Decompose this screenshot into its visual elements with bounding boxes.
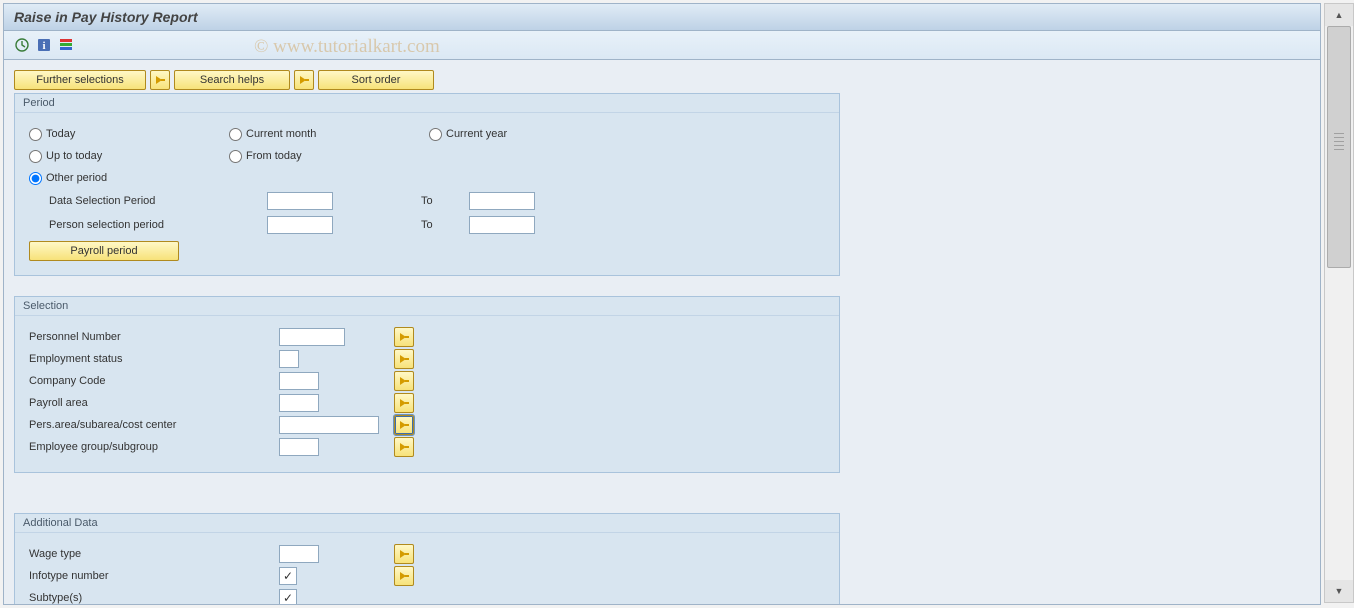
payroll-period-label: Payroll period <box>34 245 174 257</box>
page-title: Raise in Pay History Report <box>14 9 198 25</box>
personnel-number-input[interactable] <box>279 328 345 346</box>
group-additional-data: Additional Data Wage type Infotype numbe… <box>14 513 840 604</box>
top-button-row: Further selections Search helps Sort ord… <box>14 70 1310 90</box>
radio-today[interactable] <box>29 128 42 141</box>
wage-type-label: Wage type <box>29 548 279 560</box>
radio-from-today-label: From today <box>246 150 302 162</box>
radio-today-label: Today <box>46 128 75 140</box>
subtypes-label: Subtype(s) <box>29 592 279 604</box>
info-icon[interactable]: i <box>36 37 52 53</box>
page-body: Further selections Search helps Sort ord… <box>4 60 1320 604</box>
payroll-area-label: Payroll area <box>29 397 279 409</box>
personnel-number-label: Personnel Number <box>29 331 279 343</box>
toolbar: i © www.tutorialkart.com <box>4 31 1320 60</box>
multiple-selection-icon[interactable] <box>394 327 414 347</box>
titlebar: Raise in Pay History Report <box>4 4 1320 31</box>
group-selection-legend: Selection <box>15 297 839 316</box>
payroll-period-button[interactable]: Payroll period <box>29 241 179 261</box>
scrollbar-thumb[interactable] <box>1327 26 1351 268</box>
pers-area-input[interactable] <box>279 416 379 434</box>
company-code-input[interactable] <box>279 372 319 390</box>
arrow-right-icon[interactable] <box>294 70 314 90</box>
multiple-selection-icon[interactable] <box>394 544 414 564</box>
payroll-area-input[interactable] <box>279 394 319 412</box>
multiple-selection-icon[interactable] <box>394 415 414 435</box>
employee-group-input[interactable] <box>279 438 319 456</box>
search-helps-label: Search helps <box>179 74 285 86</box>
watermark: © www.tutorialkart.com <box>254 36 440 58</box>
radio-up-to-today[interactable] <box>29 150 42 163</box>
multiple-selection-icon[interactable] <box>394 566 414 586</box>
radio-current-month-label: Current month <box>246 128 316 140</box>
group-additional-legend: Additional Data <box>15 514 839 533</box>
data-selection-period-label: Data Selection Period <box>49 195 259 207</box>
group-selection: Selection Personnel Number Employment st… <box>14 296 840 473</box>
infotype-number-checkbox[interactable]: ✓ <box>279 567 297 585</box>
scrollbar-grip-icon <box>1334 133 1344 153</box>
further-selections-label: Further selections <box>19 74 141 86</box>
person-selection-period-label: Person selection period <box>49 219 259 231</box>
radio-current-month[interactable] <box>229 128 242 141</box>
company-code-label: Company Code <box>29 375 279 387</box>
scroll-down-icon[interactable]: ▼ <box>1325 580 1353 602</box>
person-selection-to-input[interactable] <box>469 216 535 234</box>
employment-status-input[interactable] <box>279 350 299 368</box>
person-selection-from-input[interactable] <box>267 216 333 234</box>
group-period: Period Today Current month Current year <box>14 93 840 276</box>
multiple-selection-icon[interactable] <box>394 393 414 413</box>
to-label-2: To <box>421 219 461 231</box>
sort-order-label: Sort order <box>323 74 429 86</box>
sort-order-button[interactable]: Sort order <box>318 70 434 90</box>
wage-type-input[interactable] <box>279 545 319 563</box>
data-selection-to-input[interactable] <box>469 192 535 210</box>
app-window: Raise in Pay History Report i © www.tuto… <box>3 3 1321 605</box>
arrow-right-icon[interactable] <box>150 70 170 90</box>
to-label-1: To <box>421 195 461 207</box>
radio-from-today[interactable] <box>229 150 242 163</box>
radio-current-year[interactable] <box>429 128 442 141</box>
scrollbar-track[interactable] <box>1325 26 1353 580</box>
further-selections-button[interactable]: Further selections <box>14 70 146 90</box>
employee-group-label: Employee group/subgroup <box>29 441 279 453</box>
multiple-selection-icon[interactable] <box>394 349 414 369</box>
radio-other-period-label: Other period <box>46 172 107 184</box>
pers-area-label: Pers.area/subarea/cost center <box>29 419 279 431</box>
radio-up-to-today-label: Up to today <box>46 150 102 162</box>
employment-status-label: Employment status <box>29 353 279 365</box>
data-selection-from-input[interactable] <box>267 192 333 210</box>
radio-other-period[interactable] <box>29 172 42 185</box>
svg-text:i: i <box>42 40 45 52</box>
infotype-number-label: Infotype number <box>29 570 279 582</box>
search-helps-button[interactable]: Search helps <box>174 70 290 90</box>
radio-current-year-label: Current year <box>446 128 507 140</box>
scroll-up-icon[interactable]: ▲ <box>1325 4 1353 26</box>
color-legend-icon[interactable] <box>58 37 74 53</box>
multiple-selection-icon[interactable] <box>394 437 414 457</box>
group-period-legend: Period <box>15 94 839 113</box>
execute-icon[interactable] <box>14 37 30 53</box>
vertical-scrollbar[interactable]: ▲ ▼ <box>1324 3 1354 603</box>
multiple-selection-icon[interactable] <box>394 371 414 391</box>
subtypes-checkbox[interactable]: ✓ <box>279 589 297 604</box>
